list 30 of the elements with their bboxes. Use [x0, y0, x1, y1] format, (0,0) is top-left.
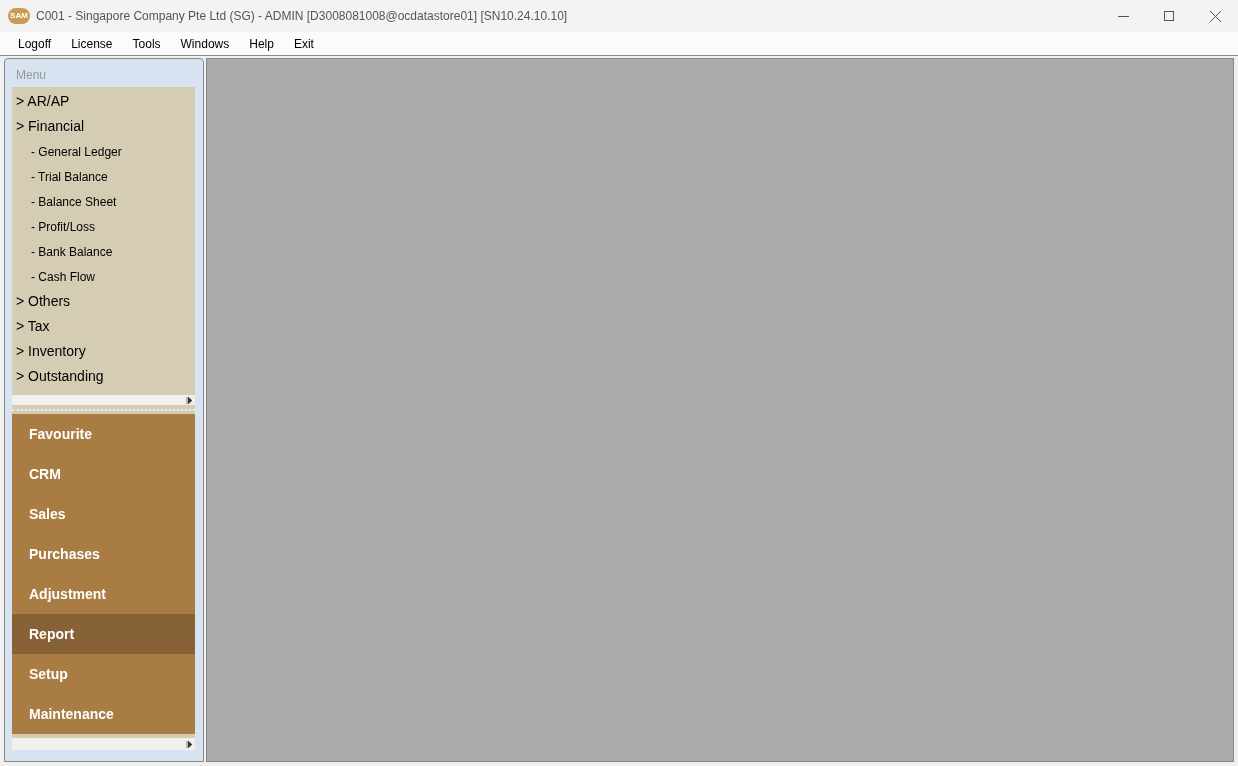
tree-item[interactable]: > Others	[12, 289, 195, 314]
scroll-right-icon	[186, 396, 192, 404]
section-button[interactable]: Report	[12, 614, 195, 654]
menu-item[interactable]: Help	[239, 32, 284, 55]
tree-item[interactable]: > Financial	[12, 114, 195, 139]
menu-item[interactable]: Exit	[283, 32, 324, 55]
horizontal-scrollbar[interactable]	[12, 738, 195, 750]
minimize-icon	[1117, 15, 1129, 17]
menu-item[interactable]: License	[61, 32, 123, 55]
tree-item[interactable]: > Inventory	[12, 339, 195, 364]
tree-item[interactable]: - General Ledger	[12, 139, 195, 164]
app-logo: SAM	[8, 8, 30, 24]
menu-item[interactable]: Windows	[170, 32, 240, 55]
tree-item[interactable]: - Cash Flow	[12, 264, 195, 289]
horizontal-scrollbar[interactable]	[12, 395, 195, 405]
scroll-right-icon	[186, 740, 192, 748]
window-title: C001 - Singapore Company Pte Ltd (SG) - ADMIN [D3008081008@ocdatastore01] [SN10.24.10.10]	[36, 8, 568, 25]
tree-item[interactable]: - Balance Sheet	[12, 189, 195, 214]
splitter-grip[interactable]	[12, 405, 195, 414]
tree-item[interactable]: - Bank Balance	[12, 239, 195, 264]
maximize-icon	[1164, 11, 1174, 21]
tree-item[interactable]: > AR/AP	[12, 89, 195, 114]
menu-item[interactable]: Logoff	[8, 32, 62, 55]
tree-item[interactable]: - Trial Balance	[12, 164, 195, 189]
close-icon	[1209, 10, 1221, 22]
menu-item[interactable]: Tools	[122, 32, 171, 55]
tree-item[interactable]: > Outstanding	[12, 364, 195, 389]
tree-item[interactable]: - Profit/Loss	[12, 214, 195, 239]
tree-item[interactable]: > Tax	[12, 314, 195, 339]
panel-heading: Menu	[15, 67, 48, 84]
